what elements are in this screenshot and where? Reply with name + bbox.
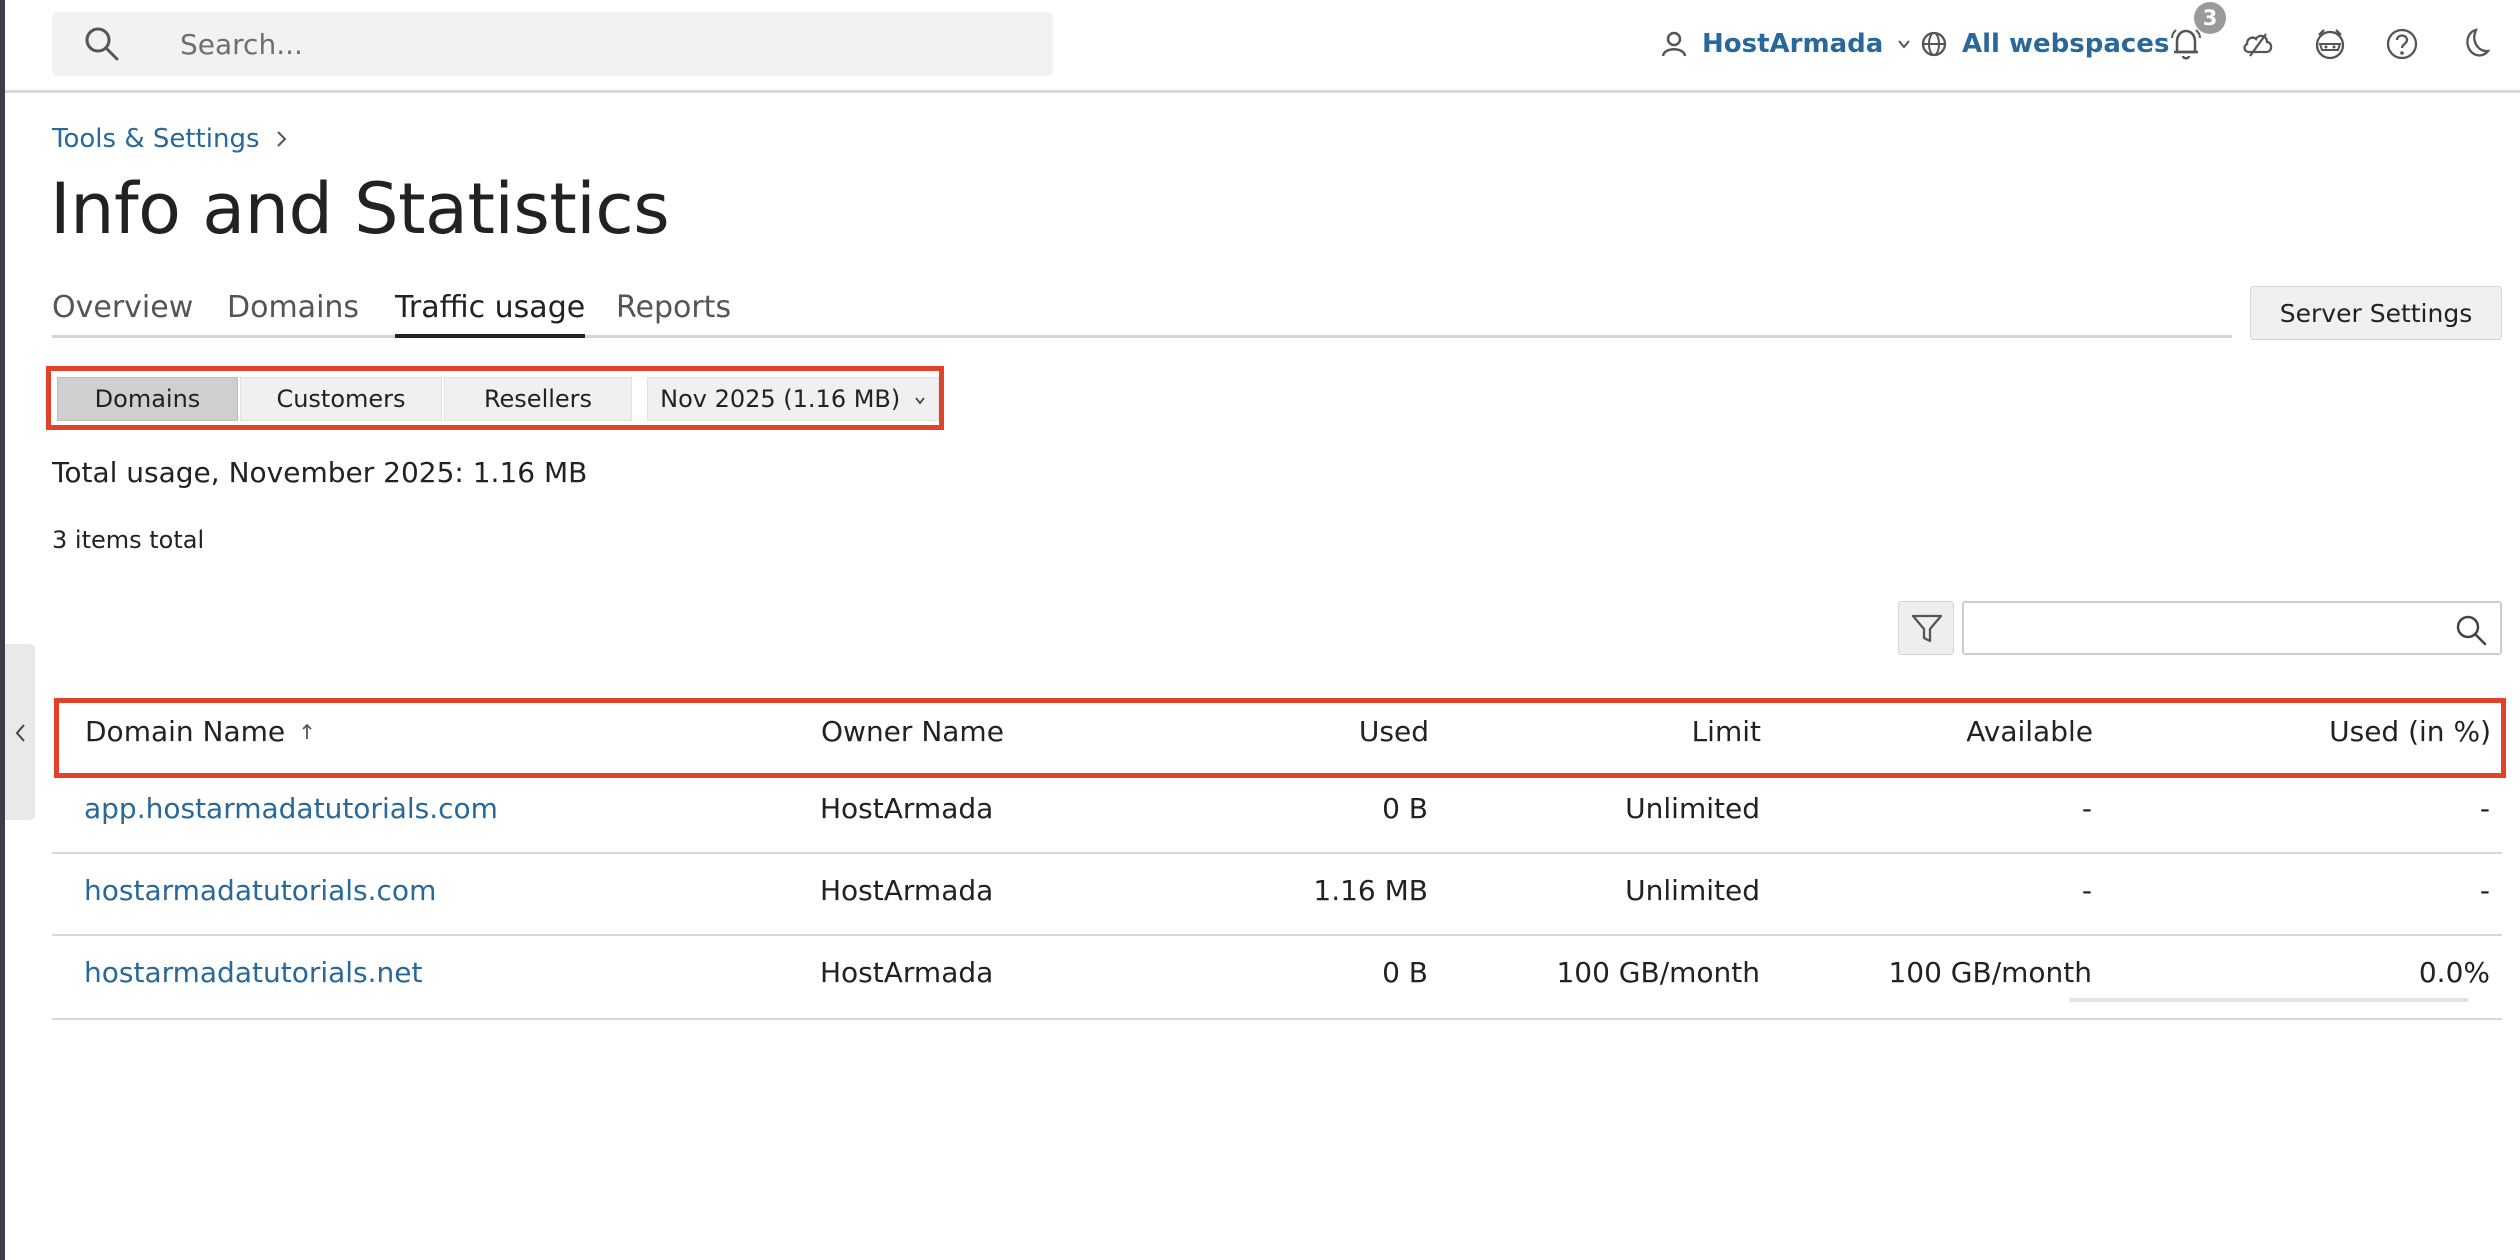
owner-cell: HostArmada (820, 956, 994, 989)
period-dropdown[interactable]: Nov 2025 (1.16 MB) (647, 377, 939, 421)
segment-resellers[interactable]: Resellers (444, 377, 632, 421)
global-search[interactable]: Search... (52, 12, 1053, 76)
used-percent-cell: - (2479, 874, 2490, 907)
period-dropdown-label: Nov 2025 (1.16 MB) (660, 385, 901, 413)
used-percent-cell: - (2479, 792, 2490, 825)
view-switcher-highlight: Domains Customers Resellers Nov 2025 (1.… (46, 366, 944, 430)
webspaces-selector[interactable]: All webspaces (1920, 24, 2169, 64)
ninja-extension-icon[interactable] (2310, 24, 2350, 64)
search-icon[interactable] (2454, 613, 2488, 647)
globe-icon (1921, 31, 1947, 57)
available-cell: 100 GB/month (1888, 956, 2092, 989)
owner-cell: HostArmada (820, 874, 994, 907)
domain-link[interactable]: app.hostarmadatutorials.com (84, 792, 498, 825)
table-search-input[interactable] (1962, 601, 2502, 655)
owner-cell: HostArmada (820, 792, 994, 825)
chevron-down-icon (1898, 40, 1911, 49)
usage-progress-bar (2070, 998, 2468, 1002)
filter-button[interactable] (1898, 601, 1954, 655)
cloud-off-icon[interactable] (2238, 24, 2278, 64)
help-icon[interactable] (2382, 24, 2422, 64)
tab-overview[interactable]: Overview (52, 290, 193, 338)
webspaces-label: All webspaces (1962, 29, 2170, 59)
table-header-highlight: Domain Name Owner Name Used Limit Availa… (54, 698, 2506, 778)
filter-icon (1911, 614, 1943, 643)
segment-domains[interactable]: Domains (57, 377, 238, 421)
chevron-right-icon (276, 131, 286, 147)
user-menu[interactable]: HostArmada (1660, 24, 1911, 64)
column-header-limit[interactable]: Limit (1459, 715, 1761, 748)
user-menu-label: HostArmada (1702, 29, 1884, 59)
domain-link[interactable]: hostarmadatutorials.net (84, 956, 423, 989)
used-percent-cell: 0.0% (2418, 956, 2490, 989)
available-cell: - (2081, 874, 2092, 907)
sidebar-collapse-toggle[interactable] (5, 644, 35, 820)
used-cell: 0 B (1382, 956, 1428, 989)
table-row: hostarmadatutorials.com HostArmada 1.16 … (52, 854, 2502, 936)
search-icon (85, 27, 119, 61)
column-header-used-percent[interactable]: Used (in %) (2119, 715, 2491, 748)
available-cell: - (2081, 792, 2092, 825)
limit-cell: 100 GB/month (1556, 956, 1760, 989)
page-title: Info and Statistics (50, 168, 670, 250)
column-header-used[interactable]: Used (1159, 715, 1429, 748)
breadcrumb-tools-settings[interactable]: Tools & Settings (52, 124, 260, 154)
chevron-left-icon (15, 724, 25, 742)
column-header-domain-name-label: Domain Name (85, 715, 286, 748)
tab-bar: Overview Domains Traffic usage Reports (52, 290, 2232, 338)
used-cell: 1.16 MB (1313, 874, 1428, 907)
items-total-text: 3 items total (52, 526, 205, 554)
sort-ascending-icon (302, 723, 312, 739)
left-edge-bar (0, 0, 5, 1260)
domain-link[interactable]: hostarmadatutorials.com (84, 874, 436, 907)
notification-count-badge: 3 (2194, 2, 2226, 34)
limit-cell: Unlimited (1625, 792, 1760, 825)
table-row: app.hostarmadatutorials.com HostArmada 0… (52, 772, 2502, 854)
tab-traffic-usage[interactable]: Traffic usage (395, 290, 586, 338)
tab-reports[interactable]: Reports (616, 290, 731, 338)
breadcrumb: Tools & Settings (52, 124, 288, 154)
segment-customers[interactable]: Customers (240, 377, 442, 421)
user-icon (1661, 31, 1687, 57)
used-cell: 0 B (1382, 792, 1428, 825)
limit-cell: Unlimited (1625, 874, 1760, 907)
tab-domains[interactable]: Domains (227, 290, 359, 338)
column-header-available[interactable]: Available (1799, 715, 2093, 748)
column-header-domain-name[interactable]: Domain Name (85, 715, 314, 748)
chevron-down-icon (915, 397, 925, 405)
dark-mode-icon[interactable] (2454, 24, 2494, 64)
column-header-owner-name[interactable]: Owner Name (821, 715, 1004, 748)
total-usage-text: Total usage, November 2025: 1.16 MB (52, 456, 588, 489)
server-settings-button[interactable]: Server Settings (2250, 286, 2502, 340)
table-row: hostarmadatutorials.net HostArmada 0 B 1… (52, 936, 2502, 1020)
search-placeholder: Search... (180, 28, 303, 61)
